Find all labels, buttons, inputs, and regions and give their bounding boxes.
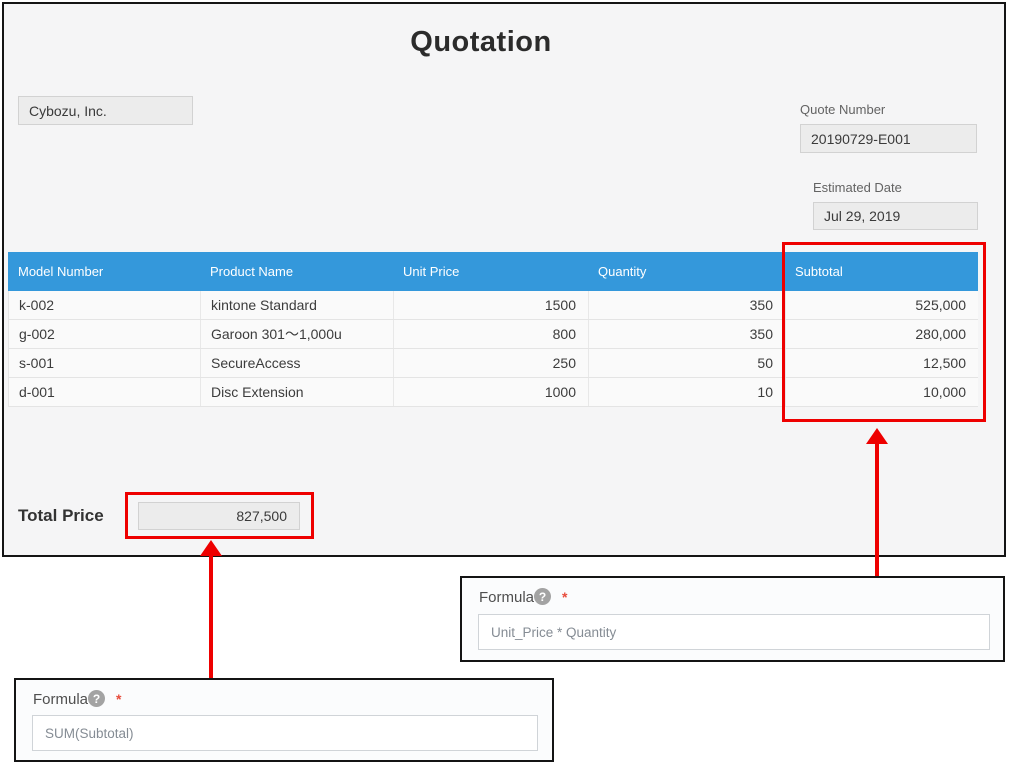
quote-number-field[interactable]: 20190729-E001 bbox=[800, 124, 977, 153]
cell-product-name: Garoon 301〜1,000u bbox=[200, 320, 393, 348]
company-field[interactable]: Cybozu, Inc. bbox=[18, 96, 193, 125]
column-header-unit-price: Unit Price bbox=[393, 264, 588, 279]
quote-number-label: Quote Number bbox=[800, 102, 885, 117]
cell-unit-price: 1500 bbox=[393, 291, 588, 319]
help-icon[interactable]: ? bbox=[534, 588, 551, 605]
cell-unit-price: 250 bbox=[393, 349, 588, 377]
cell-unit-price: 1000 bbox=[393, 378, 588, 406]
cell-quantity: 50 bbox=[588, 349, 785, 377]
annotation-box-total-price bbox=[125, 492, 314, 539]
cell-product-name: kintone Standard bbox=[200, 291, 393, 319]
annotation-arrow-total bbox=[209, 554, 213, 678]
cell-model-number: k-002 bbox=[8, 291, 200, 319]
formula-input[interactable]: Unit_Price * Quantity bbox=[478, 614, 990, 650]
column-header-product-name: Product Name bbox=[200, 264, 393, 279]
cell-model-number: g-002 bbox=[8, 320, 200, 348]
required-marker: * bbox=[116, 691, 121, 707]
estimated-date-label: Estimated Date bbox=[813, 180, 902, 195]
cell-quantity: 350 bbox=[588, 291, 785, 319]
formula-label: Formula bbox=[479, 589, 534, 606]
total-price-label: Total Price bbox=[18, 506, 104, 526]
total-formula-popup: Formula ? * SUM(Subtotal) bbox=[14, 678, 554, 762]
column-header-quantity: Quantity bbox=[588, 264, 785, 279]
page-title: Quotation bbox=[2, 26, 960, 59]
cell-model-number: s-001 bbox=[8, 349, 200, 377]
cell-unit-price: 800 bbox=[393, 320, 588, 348]
formula-label: Formula bbox=[33, 691, 88, 708]
required-marker: * bbox=[562, 589, 567, 605]
formula-input[interactable]: SUM(Subtotal) bbox=[32, 715, 538, 751]
subtotal-formula-popup: Formula ? * Unit_Price * Quantity bbox=[460, 576, 1005, 662]
cell-product-name: SecureAccess bbox=[200, 349, 393, 377]
column-header-model-number: Model Number bbox=[8, 264, 200, 279]
cell-quantity: 350 bbox=[588, 320, 785, 348]
cell-product-name: Disc Extension bbox=[200, 378, 393, 406]
cell-quantity: 10 bbox=[588, 378, 785, 406]
estimated-date-field[interactable]: Jul 29, 2019 bbox=[813, 202, 978, 230]
cell-model-number: d-001 bbox=[8, 378, 200, 406]
annotation-box-subtotal-column bbox=[782, 242, 986, 422]
annotation-arrow-subtotal bbox=[875, 442, 879, 576]
help-icon[interactable]: ? bbox=[88, 690, 105, 707]
